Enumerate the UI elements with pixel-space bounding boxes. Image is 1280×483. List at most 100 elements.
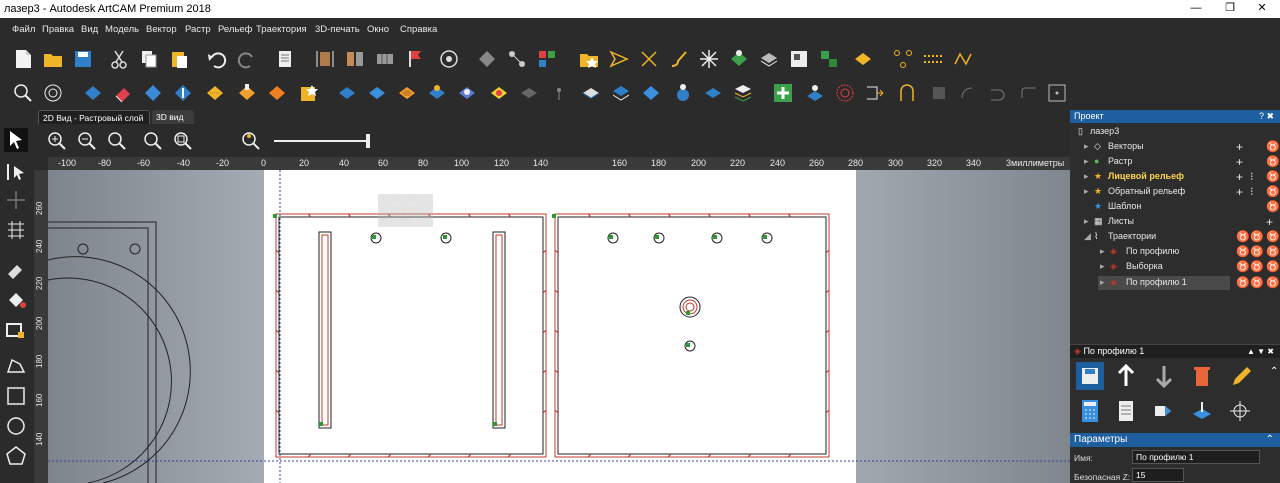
relief-flat-icon[interactable] <box>702 82 724 104</box>
tooth-icon[interactable]: ♉ <box>1266 140 1280 153</box>
relief-layer-icon[interactable] <box>610 82 632 104</box>
expand-arrow-icon[interactable]: ▸ <box>1084 141 1089 152</box>
tooth-icon[interactable]: ♉ <box>1266 185 1280 198</box>
tooth-icon[interactable]: ♉ <box>1266 155 1280 168</box>
spiral-icon[interactable] <box>834 82 856 104</box>
sheet-notes-icon[interactable] <box>1114 398 1138 424</box>
toolpath-item[interactable]: По профилю <box>1126 246 1179 256</box>
calculator-icon[interactable] <box>1078 398 1102 424</box>
zoom-slider-track[interactable] <box>274 140 370 142</box>
expand-arrow-icon[interactable]: ▸ <box>1100 261 1105 272</box>
brush-icon[interactable] <box>668 48 690 70</box>
eraser-icon[interactable] <box>4 258 28 282</box>
rectangle-icon[interactable] <box>4 384 28 408</box>
tab-2d-view[interactable]: 2D Вид - Растровый слой <box>38 110 150 124</box>
relief-yellow-icon[interactable] <box>852 48 874 70</box>
tooth-icon[interactable]: ♉ <box>1250 230 1264 243</box>
polyline-nodes-icon[interactable] <box>952 48 974 70</box>
nodes-icon[interactable] <box>892 48 914 70</box>
relief-blue-2-icon[interactable] <box>142 82 164 104</box>
paint-select-icon[interactable] <box>4 318 28 342</box>
tooth-icon[interactable]: ♉ <box>1266 200 1280 213</box>
template-icon[interactable] <box>788 48 810 70</box>
notes-icon[interactable] <box>274 48 296 70</box>
paste-icon[interactable] <box>168 48 190 70</box>
menu-model[interactable]: Модель <box>105 24 139 35</box>
tooth-icon[interactable]: ♉ <box>1236 276 1250 289</box>
polygon-icon[interactable] <box>4 444 28 468</box>
panel-help-close-icons[interactable]: ? ✖ <box>1259 110 1274 123</box>
relief-stack-icon[interactable] <box>758 48 780 70</box>
menu-relief[interactable]: Рельеф <box>218 24 252 35</box>
relief-star-icon[interactable] <box>298 82 320 104</box>
tree-item-vectors[interactable]: Векторы <box>1108 141 1144 151</box>
measure-grid-icon[interactable] <box>4 218 28 242</box>
drawing-canvas[interactable] <box>48 170 1070 483</box>
link-nodes-icon[interactable] <box>506 48 528 70</box>
fill-bucket-icon[interactable] <box>4 288 28 312</box>
menu-view[interactable]: Вид <box>81 24 98 35</box>
drop-relief-icon[interactable] <box>804 82 826 104</box>
relief-blue-4-icon[interactable] <box>366 82 388 104</box>
relief-blue-3-icon[interactable] <box>336 82 358 104</box>
safe-z-input[interactable]: 15 <box>1132 468 1184 482</box>
import-star-icon[interactable] <box>578 48 600 70</box>
tree-item-back-relief[interactable]: Обратный рельеф <box>1108 186 1185 196</box>
eraser-relief-icon[interactable] <box>112 82 134 104</box>
circle-icon[interactable] <box>4 414 28 438</box>
relief-dot-icon[interactable] <box>548 82 570 104</box>
relief-stack-2-icon[interactable] <box>732 82 754 104</box>
zoom-1to1-icon[interactable] <box>142 130 164 152</box>
zoom-all-icon[interactable] <box>172 130 194 152</box>
zoom-in-icon[interactable] <box>46 130 68 152</box>
zoom-out-icon[interactable] <box>76 130 98 152</box>
redo-icon[interactable] <box>236 48 258 70</box>
tooth-icon[interactable]: ♉ <box>1236 260 1250 273</box>
tree-item-template[interactable]: Шаблон <box>1108 201 1141 211</box>
relief-yellow-2-icon[interactable] <box>488 82 510 104</box>
select-arrow-icon[interactable] <box>4 128 28 152</box>
arrow-up-icon[interactable] <box>1114 362 1138 390</box>
sparkle-icon[interactable] <box>698 48 720 70</box>
tree-item-sheets[interactable]: Листы <box>1108 216 1134 226</box>
collapse-arrow-icon[interactable]: ◢ <box>1084 231 1091 242</box>
relief-green-icon[interactable] <box>728 48 750 70</box>
shell-icon[interactable] <box>42 82 64 104</box>
add-icon[interactable]: + <box>1266 215 1273 229</box>
add-icon[interactable]: + <box>1236 155 1243 169</box>
model-size-icon[interactable] <box>314 48 336 70</box>
relief-orange-2-icon[interactable] <box>266 82 288 104</box>
tooth-icon[interactable]: ♉ <box>1266 170 1280 183</box>
tooth-icon[interactable]: ♉ <box>1266 276 1280 289</box>
tiles-icon[interactable] <box>818 48 840 70</box>
menu-help[interactable]: Справка <box>400 24 437 35</box>
menu-file[interactable]: Файл <box>12 24 35 35</box>
send-vector-icon[interactable] <box>608 48 630 70</box>
undo-icon[interactable] <box>206 48 228 70</box>
arch-icon[interactable] <box>896 82 918 104</box>
chevron-up-icon[interactable]: ⌃ <box>1266 433 1274 447</box>
add-icon[interactable]: + <box>1236 185 1243 199</box>
expand-arrow-icon[interactable]: ▸ <box>1084 216 1089 227</box>
frame-icon[interactable] <box>1046 82 1068 104</box>
split-view-icon[interactable] <box>344 48 366 70</box>
add-icon[interactable]: + <box>1236 170 1243 184</box>
tooth-icon[interactable]: ♉ <box>1250 245 1264 258</box>
relief-blue-1-icon[interactable] <box>82 82 104 104</box>
toolpath-arrow-icon[interactable] <box>864 82 886 104</box>
move-transform-icon[interactable] <box>1228 398 1252 424</box>
menu-vector[interactable]: Вектор <box>146 24 177 35</box>
relief-blue-7-icon[interactable] <box>640 82 662 104</box>
relief-plane-icon[interactable] <box>580 82 602 104</box>
new-file-icon[interactable] <box>12 48 34 70</box>
node-edit-icon[interactable] <box>4 160 28 184</box>
grid-dots-icon[interactable]: ⁝ <box>1250 170 1254 183</box>
arrange-icon[interactable] <box>536 48 558 70</box>
drawing-viewport[interactable]: X: 55.294 Y: 274.209 Z: 0.000 <box>48 170 1070 483</box>
view-settings-icon[interactable] <box>240 130 262 152</box>
tooth-icon[interactable]: ♉ <box>1250 260 1264 273</box>
add-green-icon[interactable] <box>772 82 794 104</box>
tree-root[interactable]: лазер3 <box>1090 126 1119 136</box>
spool-icon[interactable] <box>438 48 460 70</box>
tooth-icon[interactable]: ♉ <box>1250 276 1264 289</box>
